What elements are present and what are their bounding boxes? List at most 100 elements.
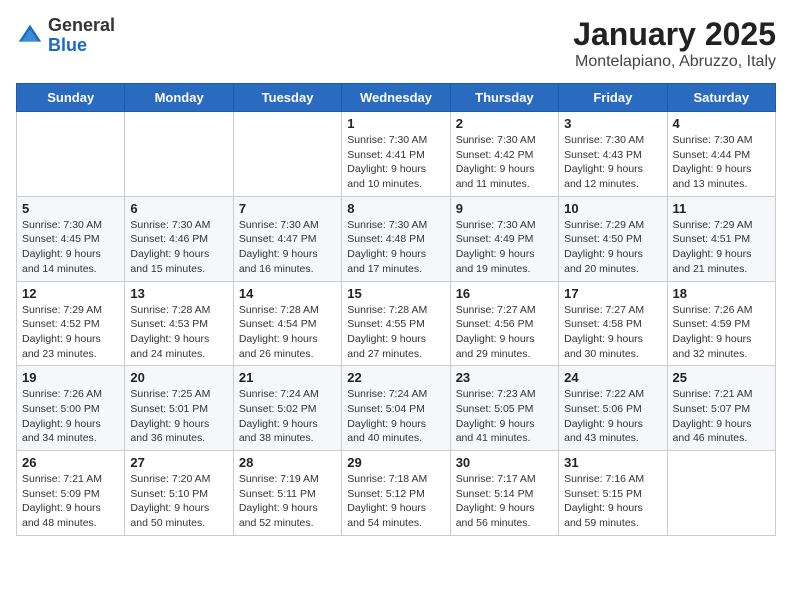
- cell-date-number: 20: [130, 370, 227, 385]
- cell-info-text: Sunrise: 7:21 AMSunset: 5:09 PMDaylight:…: [22, 472, 119, 531]
- calendar-cell: 20 Sunrise: 7:25 AMSunset: 5:01 PMDayligh…: [125, 366, 233, 451]
- calendar-cell: 7Sunrise: 7:30 AMSunset: 4:47 PMDaylight…: [233, 196, 341, 281]
- calendar-cell: [667, 451, 775, 536]
- calendar-cell: 1 Sunrise: 7:30 AMSunset: 4:41 PMDaylight…: [342, 112, 450, 197]
- calendar-cell: 27 Sunrise: 7:20 AMSunset: 5:10 PMDayligh…: [125, 451, 233, 536]
- cell-date-number: 7: [239, 201, 336, 216]
- cell-date-number: 8: [347, 201, 444, 216]
- calendar-cell: 21Sunrise: 7:24 AMSunset: 5:02 PMDayligh…: [233, 366, 341, 451]
- day-header-monday: Monday: [125, 84, 233, 112]
- cell-info-text: Sunrise: 7:24 AMSunset: 5:04 PMDaylight:…: [347, 387, 444, 446]
- calendar-cell: [125, 112, 233, 197]
- cell-date-number: 17: [564, 286, 661, 301]
- cell-date-number: 26: [22, 455, 119, 470]
- calendar-cell: 28Sunrise: 7:19 AMSunset: 5:11 PMDayligh…: [233, 451, 341, 536]
- cell-date-number: 22: [347, 370, 444, 385]
- cell-date-number: 19: [22, 370, 119, 385]
- day-header-sunday: Sunday: [17, 84, 125, 112]
- calendar-cell: 26 Sunrise: 7:21 AMSunset: 5:09 PMDayligh…: [17, 451, 125, 536]
- calendar-cell: 14 Sunrise: 7:28 AMSunset: 4:54 PMDayligh…: [233, 281, 341, 366]
- calendar-cell: 13 Sunrise: 7:28 AMSunset: 4:53 PMDayligh…: [125, 281, 233, 366]
- cell-date-number: 6: [130, 201, 227, 216]
- cell-date-number: 10: [564, 201, 661, 216]
- calendar-cell: [17, 112, 125, 197]
- calendar-cell: 17 Sunrise: 7:27 AMSunset: 4:58 PMDayligh…: [559, 281, 667, 366]
- calendar-subtitle: Montelapiano, Abruzzo, Italy: [573, 53, 776, 71]
- cell-info-text: Sunrise: 7:24 AMSunset: 5:02 PMDaylight:…: [239, 387, 336, 446]
- calendar-table: Sunday Monday Tuesday Wednesday Thursday…: [16, 83, 776, 536]
- cell-info-text: Sunrise: 7:30 AMSunset: 4:42 PMDaylight:…: [456, 133, 553, 192]
- calendar-cell: 25Sunrise: 7:21 AMSunset: 5:07 PMDayligh…: [667, 366, 775, 451]
- calendar-cell: 19 Sunrise: 7:26 AMSunset: 5:00 PMDayligh…: [17, 366, 125, 451]
- cell-date-number: 1: [347, 116, 444, 131]
- cell-date-number: 29: [347, 455, 444, 470]
- cell-date-number: 15: [347, 286, 444, 301]
- cell-date-number: 5: [22, 201, 119, 216]
- title-block: January 2025 Montelapiano, Abruzzo, Ital…: [573, 16, 776, 71]
- cell-info-text: Sunrise: 7:30 AMSunset: 4:43 PMDaylight:…: [564, 133, 661, 192]
- cell-date-number: 31: [564, 455, 661, 470]
- cell-date-number: 11: [673, 201, 770, 216]
- day-header-wednesday: Wednesday: [342, 84, 450, 112]
- cell-date-number: 18: [673, 286, 770, 301]
- cell-info-text: Sunrise: 7:20 AMSunset: 5:10 PMDaylight:…: [130, 472, 227, 531]
- day-header-tuesday: Tuesday: [233, 84, 341, 112]
- cell-date-number: 4: [673, 116, 770, 131]
- cell-date-number: 9: [456, 201, 553, 216]
- cell-info-text: Sunrise: 7:28 AMSunset: 4:53 PMDaylight:…: [130, 303, 227, 362]
- cell-info-text: Sunrise: 7:18 AMSunset: 5:12 PMDaylight:…: [347, 472, 444, 531]
- cell-date-number: 23: [456, 370, 553, 385]
- calendar-week-2: 12Sunrise: 7:29 AMSunset: 4:52 PMDayligh…: [17, 281, 776, 366]
- calendar-cell: 31 Sunrise: 7:16 AMSunset: 5:15 PMDayligh…: [559, 451, 667, 536]
- calendar-cell: 4 Sunrise: 7:30 AMSunset: 4:44 PMDaylight…: [667, 112, 775, 197]
- cell-info-text: Sunrise: 7:30 AMSunset: 4:48 PMDaylight:…: [347, 218, 444, 277]
- cell-date-number: 12: [22, 286, 119, 301]
- cell-info-text: Sunrise: 7:29 AMSunset: 4:50 PMDaylight:…: [564, 218, 661, 277]
- cell-date-number: 24: [564, 370, 661, 385]
- day-header-saturday: Saturday: [667, 84, 775, 112]
- cell-info-text: Sunrise: 7:25 AMSunset: 5:01 PMDaylight:…: [130, 387, 227, 446]
- cell-info-text: Sunrise: 7:21 AMSunset: 5:07 PMDaylight:…: [673, 387, 770, 446]
- cell-date-number: 2: [456, 116, 553, 131]
- cell-date-number: 27: [130, 455, 227, 470]
- calendar-week-0: 1 Sunrise: 7:30 AMSunset: 4:41 PMDaylight…: [17, 112, 776, 197]
- cell-info-text: Sunrise: 7:26 AMSunset: 4:59 PMDaylight:…: [673, 303, 770, 362]
- calendar-cell: 5Sunrise: 7:30 AMSunset: 4:45 PMDaylight…: [17, 196, 125, 281]
- cell-info-text: Sunrise: 7:23 AMSunset: 5:05 PMDaylight:…: [456, 387, 553, 446]
- cell-info-text: Sunrise: 7:27 AMSunset: 4:56 PMDaylight:…: [456, 303, 553, 362]
- cell-date-number: 30: [456, 455, 553, 470]
- cell-date-number: 13: [130, 286, 227, 301]
- cell-date-number: 16: [456, 286, 553, 301]
- cell-info-text: Sunrise: 7:30 AMSunset: 4:44 PMDaylight:…: [673, 133, 770, 192]
- cell-info-text: Sunrise: 7:16 AMSunset: 5:15 PMDaylight:…: [564, 472, 661, 531]
- cell-info-text: Sunrise: 7:19 AMSunset: 5:11 PMDaylight:…: [239, 472, 336, 531]
- calendar-cell: 3Sunrise: 7:30 AMSunset: 4:43 PMDaylight…: [559, 112, 667, 197]
- cell-info-text: Sunrise: 7:30 AMSunset: 4:41 PMDaylight:…: [347, 133, 444, 192]
- calendar-header-row: Sunday Monday Tuesday Wednesday Thursday…: [17, 84, 776, 112]
- calendar-cell: 16 Sunrise: 7:27 AMSunset: 4:56 PMDayligh…: [450, 281, 558, 366]
- calendar-cell: 10 Sunrise: 7:29 AMSunset: 4:50 PMDayligh…: [559, 196, 667, 281]
- cell-info-text: Sunrise: 7:28 AMSunset: 4:54 PMDaylight:…: [239, 303, 336, 362]
- calendar-week-3: 19 Sunrise: 7:26 AMSunset: 5:00 PMDayligh…: [17, 366, 776, 451]
- day-header-friday: Friday: [559, 84, 667, 112]
- calendar-cell: 24 Sunrise: 7:22 AMSunset: 5:06 PMDayligh…: [559, 366, 667, 451]
- calendar-title: January 2025: [573, 16, 776, 53]
- cell-info-text: Sunrise: 7:30 AMSunset: 4:46 PMDaylight:…: [130, 218, 227, 277]
- logo-icon: [16, 22, 44, 50]
- calendar-week-4: 26 Sunrise: 7:21 AMSunset: 5:09 PMDayligh…: [17, 451, 776, 536]
- cell-info-text: Sunrise: 7:30 AMSunset: 4:49 PMDaylight:…: [456, 218, 553, 277]
- cell-info-text: Sunrise: 7:29 AMSunset: 4:51 PMDaylight:…: [673, 218, 770, 277]
- cell-info-text: Sunrise: 7:27 AMSunset: 4:58 PMDaylight:…: [564, 303, 661, 362]
- calendar-cell: 15Sunrise: 7:28 AMSunset: 4:55 PMDayligh…: [342, 281, 450, 366]
- calendar-cell: 2 Sunrise: 7:30 AMSunset: 4:42 PMDaylight…: [450, 112, 558, 197]
- page-header: General Blue January 2025 Montelapiano, …: [16, 16, 776, 71]
- logo: General Blue: [16, 16, 115, 56]
- calendar-cell: 8 Sunrise: 7:30 AMSunset: 4:48 PMDaylight…: [342, 196, 450, 281]
- cell-date-number: 14: [239, 286, 336, 301]
- calendar-cell: 23 Sunrise: 7:23 AMSunset: 5:05 PMDayligh…: [450, 366, 558, 451]
- calendar-cell: [233, 112, 341, 197]
- calendar-cell: 12Sunrise: 7:29 AMSunset: 4:52 PMDayligh…: [17, 281, 125, 366]
- calendar-cell: 11 Sunrise: 7:29 AMSunset: 4:51 PMDayligh…: [667, 196, 775, 281]
- cell-info-text: Sunrise: 7:26 AMSunset: 5:00 PMDaylight:…: [22, 387, 119, 446]
- cell-info-text: Sunrise: 7:22 AMSunset: 5:06 PMDaylight:…: [564, 387, 661, 446]
